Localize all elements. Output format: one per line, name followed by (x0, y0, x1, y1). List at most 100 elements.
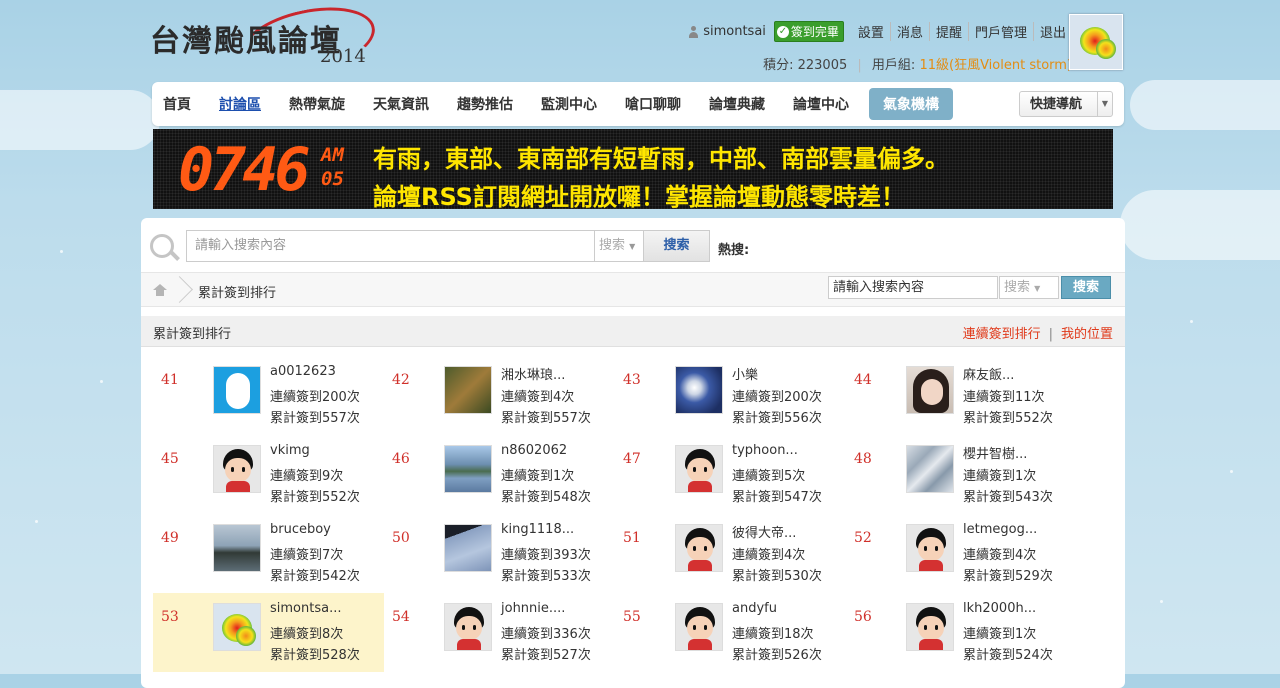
member-name-link[interactable]: 湘水琳琅... (501, 364, 565, 383)
consecutive-signin-count: 連續簽到336次 (501, 627, 591, 642)
member-name-link[interactable]: typhoon... (732, 443, 798, 458)
signed-badge[interactable]: ✓ 簽到完畢 (773, 21, 844, 42)
user-avatar[interactable] (1069, 14, 1123, 70)
rank-number: 54 (392, 609, 410, 625)
logout-link[interactable]: 退出 (1032, 22, 1072, 41)
member-name-link[interactable]: n8602062 (501, 443, 567, 458)
points-label: 積分: (763, 58, 794, 73)
check-icon: ✓ (776, 25, 789, 38)
member-avatar[interactable] (906, 366, 954, 414)
member-name-link[interactable]: johnnie.... (501, 601, 565, 616)
member-avatar[interactable] (675, 603, 723, 651)
rank-number: 41 (161, 372, 179, 388)
member-avatar[interactable] (906, 445, 954, 493)
list-links: 連續簽到排行 | 我的位置 (963, 323, 1113, 342)
breadcrumb-search-type[interactable]: 搜索 ▼ (999, 276, 1059, 299)
member-name-link[interactable]: 櫻井智樹... (963, 443, 1027, 462)
avatar-part (935, 546, 938, 551)
nav-weather-info[interactable]: 天氣資訊 (359, 94, 443, 114)
avatar-part (935, 625, 938, 630)
portal-admin-link[interactable]: 門戶管理 (967, 22, 1033, 41)
breadcrumb-search-input[interactable]: 請輸入搜索內容 (828, 276, 998, 299)
quick-nav-dropdown[interactable]: 快捷導航 ▼ (1019, 91, 1113, 117)
member-avatar[interactable] (213, 445, 261, 493)
logo-year: 2014 (320, 46, 366, 67)
snow-dot (1190, 320, 1193, 323)
cloud-decoration (0, 90, 160, 150)
avatar-part (919, 560, 943, 571)
member-avatar[interactable] (444, 366, 492, 414)
member-avatar[interactable] (213, 366, 261, 414)
member-avatar[interactable] (906, 524, 954, 572)
ranking-item: 53 simontsa... 連續簽到8次 累計簽到528次 (153, 593, 384, 672)
total-signin-count: 累計簽到530次 (732, 569, 822, 584)
my-position-link[interactable]: 我的位置 (1061, 327, 1113, 342)
breadcrumb-search-button[interactable]: 搜索 (1061, 276, 1111, 299)
member-avatar[interactable] (675, 524, 723, 572)
nav-trend[interactable]: 趨勢推估 (443, 94, 527, 114)
member-name-link[interactable]: andyfu (732, 601, 777, 616)
consecutive-signin-count: 連續簽到11次 (963, 390, 1045, 405)
search-type-select[interactable]: 搜索 ▼ (594, 230, 644, 262)
member-avatar[interactable] (675, 366, 723, 414)
member-name-link[interactable]: lkh2000h... (963, 601, 1036, 616)
total-signin-count: 累計簽到528次 (270, 648, 360, 663)
ticker-line-2[interactable]: 論壇RSS訂閱網址開放囉！掌握論壇動態零時差！ (373, 177, 905, 209)
home-icon[interactable] (153, 284, 167, 296)
member-avatar[interactable] (444, 445, 492, 493)
member-name-link[interactable]: 彼得大帝... (732, 522, 796, 541)
total-signin-count: 累計簽到552次 (270, 490, 360, 505)
consecutive-ranking-link[interactable]: 連續簽到排行 (963, 327, 1041, 342)
notifications-link[interactable]: 提醒 (928, 22, 968, 41)
nav-forum[interactable]: 討論區 (205, 94, 275, 114)
snow-dot (100, 380, 103, 383)
search-input[interactable]: 請輸入搜索內容 (186, 230, 594, 262)
member-name-link[interactable]: 麻友飯... (963, 364, 1014, 383)
group-value[interactable]: 11級(狂風Violent storm) (919, 58, 1072, 73)
member-name-link[interactable]: simontsa... (270, 601, 341, 616)
ranking-item: 55 andyfu 連續簽到18次 累計簽到526次 (615, 593, 846, 672)
nav-forum-center[interactable]: 論壇中心 (779, 94, 863, 114)
member-avatar[interactable] (213, 603, 261, 651)
member-name-link[interactable]: letmegog... (963, 522, 1037, 537)
consecutive-signin-count: 連續簽到1次 (501, 469, 575, 484)
member-name-link[interactable]: 小樂 (732, 364, 758, 383)
member-name-link[interactable]: a0012623 (270, 364, 336, 379)
snow-dot (60, 250, 63, 253)
member-name-link[interactable]: vkimg (270, 443, 310, 458)
ranking-item: 43 小樂 連續簽到200次 累計簽到556次 (615, 356, 846, 435)
settings-link[interactable]: 設置 (852, 22, 890, 41)
radar-blob (1096, 39, 1116, 59)
led-ampm: AM 05 (321, 143, 344, 191)
nav-home[interactable]: 首頁 (152, 94, 205, 114)
avatar-part (687, 458, 713, 482)
member-avatar[interactable] (906, 603, 954, 651)
ranking-item: 42 湘水琳琅... 連續簽到4次 累計簽到557次 (384, 356, 615, 435)
nav-monitor[interactable]: 監測中心 (527, 94, 611, 114)
snow-dot (1230, 470, 1233, 473)
username-link[interactable]: simontsai (688, 24, 766, 39)
avatar-part (473, 625, 476, 630)
site-logo[interactable]: 台灣颱風論壇 2014 (150, 0, 381, 86)
avatar-part (242, 467, 245, 472)
search-button[interactable]: 搜索 (644, 230, 710, 262)
nav-tropical-cyclone[interactable]: 熱帶氣旋 (275, 94, 359, 114)
signed-badge-label: 簽到完畢 (790, 25, 839, 39)
rank-number: 50 (392, 530, 410, 546)
nav-archive[interactable]: 論壇典藏 (695, 94, 779, 114)
member-name-link[interactable]: king1118... (501, 522, 574, 537)
nav-weather-agencies[interactable]: 氣象機構 (869, 88, 953, 120)
main-nav: 首頁 討論區 熱帶氣旋 天氣資訊 趨勢推估 監測中心 嗆口聊聊 論壇典藏 論壇中… (152, 82, 1124, 126)
points-value[interactable]: 223005 (798, 58, 848, 73)
member-avatar[interactable] (675, 445, 723, 493)
member-name-link[interactable]: bruceboy (270, 522, 331, 537)
logo-text: 台灣颱風論壇 (150, 24, 342, 59)
member-avatar[interactable] (213, 524, 261, 572)
total-signin-count: 累計簽到547次 (732, 490, 822, 505)
total-signin-count: 累計簽到548次 (501, 490, 591, 505)
member-avatar[interactable] (444, 603, 492, 651)
nav-chat[interactable]: 嗆口聊聊 (611, 94, 695, 114)
member-avatar[interactable] (444, 524, 492, 572)
total-signin-count: 累計簽到526次 (732, 648, 822, 663)
messages-link[interactable]: 消息 (889, 22, 929, 41)
